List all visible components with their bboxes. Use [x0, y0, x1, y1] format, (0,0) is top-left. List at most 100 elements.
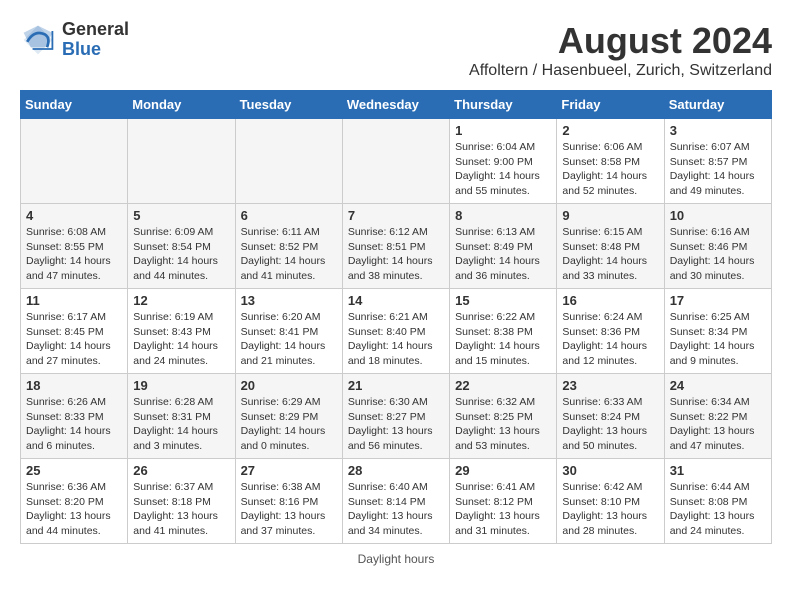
calendar-cell — [21, 119, 128, 204]
footer: Daylight hours — [20, 552, 772, 566]
calendar-cell: 20Sunrise: 6:29 AM Sunset: 8:29 PM Dayli… — [235, 374, 342, 459]
day-of-week-header: Sunday — [21, 91, 128, 119]
calendar-cell: 11 Sunrise: 6:17 AM Sunset: 8:45 PM Dayli… — [21, 289, 128, 374]
day-number: 12 — [133, 293, 229, 308]
calendar-cell: 5Sunrise: 6:09 AM Sunset: 8:54 PM Daylig… — [128, 204, 235, 289]
calendar-cell: 8 Sunrise: 6:13 AM Sunset: 8:49 PM Daylig… — [450, 204, 557, 289]
calendar-cell: 15 Sunrise: 6:22 AM Sunset: 8:38 PM Dayli… — [450, 289, 557, 374]
calendar-cell: 2 Sunrise: 6:06 AM Sunset: 8:58 PM Daylig… — [557, 119, 664, 204]
day-number: 19 — [133, 378, 229, 393]
logo-icon — [20, 22, 56, 58]
day-of-week-header: Tuesday — [235, 91, 342, 119]
day-number: 6 — [241, 208, 337, 223]
calendar-cell: 16 Sunrise: 6:24 AM Sunset: 8:36 PM Dayli… — [557, 289, 664, 374]
day-number: 8 — [455, 208, 551, 223]
day-info: Sunrise: 6:34 AM Sunset: 8:22 PM Dayligh… — [670, 395, 766, 454]
day-number: 27 — [241, 463, 337, 478]
day-number: 28 — [348, 463, 444, 478]
day-of-week-header: Wednesday — [342, 91, 449, 119]
day-number: 15 — [455, 293, 551, 308]
calendar-header-row: SundayMondayTuesdayWednesdayThursdayFrid… — [21, 91, 772, 119]
day-number: 24 — [670, 378, 766, 393]
day-info: Sunrise: 6:07 AM Sunset: 8:57 PM Dayligh… — [670, 140, 766, 199]
day-of-week-header: Friday — [557, 91, 664, 119]
calendar-cell: 28 Sunrise: 6:40 AM Sunset: 8:14 PM Dayli… — [342, 459, 449, 544]
calendar-week-row: 25 Sunrise: 6:36 AM Sunset: 8:20 PM Dayli… — [21, 459, 772, 544]
calendar-cell: 7Sunrise: 6:12 AM Sunset: 8:51 PM Daylig… — [342, 204, 449, 289]
day-info: Sunrise: 6:36 AM Sunset: 8:20 PM Dayligh… — [26, 480, 122, 539]
day-info: Sunrise: 6:15 AM Sunset: 8:48 PM Dayligh… — [562, 225, 658, 284]
day-info: Sunrise: 6:42 AM Sunset: 8:10 PM Dayligh… — [562, 480, 658, 539]
calendar-week-row: 4 Sunrise: 6:08 AM Sunset: 8:55 PM Daylig… — [21, 204, 772, 289]
day-info: Sunrise: 6:06 AM Sunset: 8:58 PM Dayligh… — [562, 140, 658, 199]
calendar-cell: 26Sunrise: 6:37 AM Sunset: 8:18 PM Dayli… — [128, 459, 235, 544]
logo-text: General Blue — [62, 20, 129, 60]
day-number: 11 — [26, 293, 122, 308]
calendar-cell: 17 Sunrise: 6:25 AM Sunset: 8:34 PM Dayli… — [664, 289, 771, 374]
calendar-cell — [128, 119, 235, 204]
calendar-cell — [342, 119, 449, 204]
logo-blue: Blue — [62, 40, 129, 60]
calendar-cell: 4 Sunrise: 6:08 AM Sunset: 8:55 PM Daylig… — [21, 204, 128, 289]
calendar-week-row: 1Sunrise: 6:04 AM Sunset: 9:00 PM Daylig… — [21, 119, 772, 204]
day-info: Sunrise: 6:13 AM Sunset: 8:49 PM Dayligh… — [455, 225, 551, 284]
calendar-cell: 10 Sunrise: 6:16 AM Sunset: 8:46 PM Dayli… — [664, 204, 771, 289]
day-info: Sunrise: 6:24 AM Sunset: 8:36 PM Dayligh… — [562, 310, 658, 369]
calendar-cell: 24 Sunrise: 6:34 AM Sunset: 8:22 PM Dayli… — [664, 374, 771, 459]
footer-text: Daylight hours — [358, 552, 435, 566]
location-title: Affoltern / Hasenbueel, Zurich, Switzerl… — [469, 62, 772, 80]
day-number: 5 — [133, 208, 229, 223]
page-header: General Blue August 2024 Affoltern / Has… — [20, 20, 772, 80]
calendar-cell: 21 Sunrise: 6:30 AM Sunset: 8:27 PM Dayli… — [342, 374, 449, 459]
day-info: Sunrise: 6:33 AM Sunset: 8:24 PM Dayligh… — [562, 395, 658, 454]
calendar-cell: 3 Sunrise: 6:07 AM Sunset: 8:57 PM Daylig… — [664, 119, 771, 204]
day-info: Sunrise: 6:19 AM Sunset: 8:43 PM Dayligh… — [133, 310, 229, 369]
calendar-cell: 27Sunrise: 6:38 AM Sunset: 8:16 PM Dayli… — [235, 459, 342, 544]
calendar-cell: 23 Sunrise: 6:33 AM Sunset: 8:24 PM Dayli… — [557, 374, 664, 459]
day-number: 23 — [562, 378, 658, 393]
day-number: 22 — [455, 378, 551, 393]
day-number: 21 — [348, 378, 444, 393]
day-number: 26 — [133, 463, 229, 478]
calendar-cell: 22Sunrise: 6:32 AM Sunset: 8:25 PM Dayli… — [450, 374, 557, 459]
day-info: Sunrise: 6:12 AM Sunset: 8:51 PM Dayligh… — [348, 225, 444, 284]
day-info: Sunrise: 6:08 AM Sunset: 8:55 PM Dayligh… — [26, 225, 122, 284]
day-number: 14 — [348, 293, 444, 308]
month-title: August 2024 — [469, 20, 772, 62]
day-info: Sunrise: 6:29 AM Sunset: 8:29 PM Dayligh… — [241, 395, 337, 454]
day-number: 2 — [562, 123, 658, 138]
day-of-week-header: Thursday — [450, 91, 557, 119]
day-number: 13 — [241, 293, 337, 308]
day-info: Sunrise: 6:22 AM Sunset: 8:38 PM Dayligh… — [455, 310, 551, 369]
day-info: Sunrise: 6:25 AM Sunset: 8:34 PM Dayligh… — [670, 310, 766, 369]
day-number: 10 — [670, 208, 766, 223]
day-number: 4 — [26, 208, 122, 223]
calendar-cell: 29Sunrise: 6:41 AM Sunset: 8:12 PM Dayli… — [450, 459, 557, 544]
day-number: 29 — [455, 463, 551, 478]
day-number: 16 — [562, 293, 658, 308]
calendar-cell — [235, 119, 342, 204]
day-info: Sunrise: 6:44 AM Sunset: 8:08 PM Dayligh… — [670, 480, 766, 539]
calendar-cell: 13 Sunrise: 6:20 AM Sunset: 8:41 PM Dayli… — [235, 289, 342, 374]
calendar-table: SundayMondayTuesdayWednesdayThursdayFrid… — [20, 90, 772, 544]
calendar-cell: 30 Sunrise: 6:42 AM Sunset: 8:10 PM Dayli… — [557, 459, 664, 544]
day-info: Sunrise: 6:30 AM Sunset: 8:27 PM Dayligh… — [348, 395, 444, 454]
day-number: 31 — [670, 463, 766, 478]
day-number: 9 — [562, 208, 658, 223]
day-info: Sunrise: 6:16 AM Sunset: 8:46 PM Dayligh… — [670, 225, 766, 284]
day-number: 25 — [26, 463, 122, 478]
calendar-week-row: 11 Sunrise: 6:17 AM Sunset: 8:45 PM Dayli… — [21, 289, 772, 374]
calendar-cell: 19 Sunrise: 6:28 AM Sunset: 8:31 PM Dayli… — [128, 374, 235, 459]
day-info: Sunrise: 6:26 AM Sunset: 8:33 PM Dayligh… — [26, 395, 122, 454]
day-info: Sunrise: 6:28 AM Sunset: 8:31 PM Dayligh… — [133, 395, 229, 454]
day-of-week-header: Saturday — [664, 91, 771, 119]
day-info: Sunrise: 6:20 AM Sunset: 8:41 PM Dayligh… — [241, 310, 337, 369]
logo-general: General — [62, 20, 129, 40]
day-info: Sunrise: 6:17 AM Sunset: 8:45 PM Dayligh… — [26, 310, 122, 369]
day-number: 30 — [562, 463, 658, 478]
day-number: 17 — [670, 293, 766, 308]
day-number: 18 — [26, 378, 122, 393]
day-number: 1 — [455, 123, 551, 138]
day-info: Sunrise: 6:40 AM Sunset: 8:14 PM Dayligh… — [348, 480, 444, 539]
day-number: 3 — [670, 123, 766, 138]
